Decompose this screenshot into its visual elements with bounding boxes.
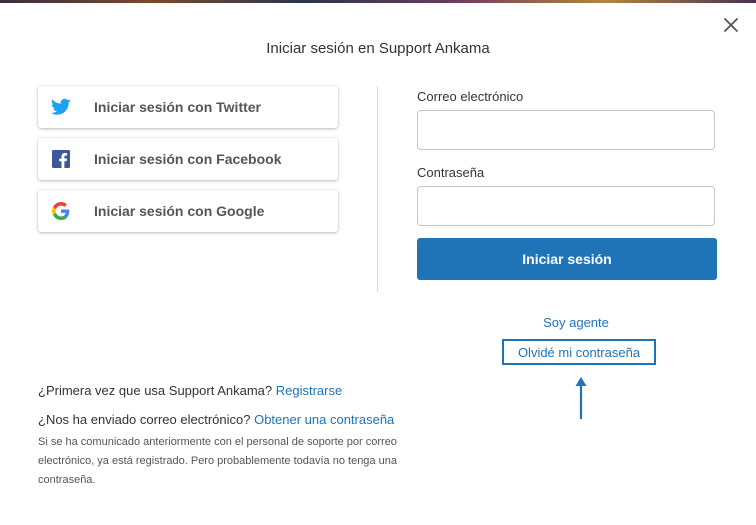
google-icon <box>50 200 72 222</box>
facebook-icon <box>50 148 72 170</box>
password-field[interactable] <box>417 186 715 226</box>
register-link[interactable]: Registrarse <box>276 383 342 398</box>
twitter-login-label: Iniciar sesión con Twitter <box>94 99 262 115</box>
forgot-password-highlight: Olvidé mi contraseña <box>502 339 656 365</box>
emailed-row: ¿Nos ha enviado correo electrónico? Obte… <box>38 412 394 427</box>
twitter-icon <box>50 96 72 118</box>
email-field[interactable] <box>417 110 715 150</box>
top-banner-strip <box>0 0 756 3</box>
google-login-button[interactable]: Iniciar sesión con Google <box>38 190 338 232</box>
password-label: Contraseña <box>417 165 485 180</box>
facebook-login-button[interactable]: Iniciar sesión con Facebook <box>38 138 338 180</box>
first-time-row: ¿Primera vez que usa Support Ankama? Reg… <box>38 383 342 398</box>
column-divider <box>377 86 378 292</box>
close-icon[interactable] <box>720 14 742 36</box>
dialog-title: Iniciar sesión en Support Ankama <box>266 40 490 57</box>
agent-link-row: Soy agente <box>417 315 735 330</box>
facebook-login-label: Iniciar sesión con Facebook <box>94 151 282 167</box>
get-password-link[interactable]: Obtener una contraseña <box>254 412 394 427</box>
twitter-login-button[interactable]: Iniciar sesión con Twitter <box>38 86 338 128</box>
google-login-label: Iniciar sesión con Google <box>94 203 265 219</box>
arrow-up-icon <box>574 375 588 426</box>
login-submit-button[interactable]: Iniciar sesión <box>417 238 717 280</box>
email-label: Correo electrónico <box>417 89 524 104</box>
registration-note: Si se ha comunicado anteriormente con el… <box>38 436 397 486</box>
first-time-text: ¿Primera vez que usa Support Ankama? <box>38 383 273 398</box>
agent-link[interactable]: Soy agente <box>543 315 609 330</box>
emailed-text: ¿Nos ha enviado correo electrónico? <box>38 412 251 427</box>
forgot-password-link[interactable]: Olvidé mi contraseña <box>518 345 640 360</box>
